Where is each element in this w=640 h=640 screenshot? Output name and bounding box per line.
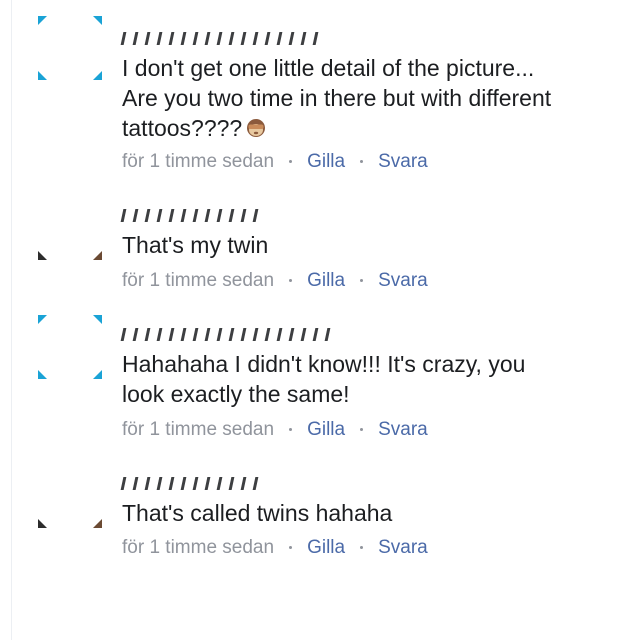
- separator-dot: [360, 428, 364, 432]
- see-no-evil-monkey-icon: [247, 119, 266, 137]
- comment-text: Hahahaha I didn't know!!! It's crazy, yo…: [122, 349, 622, 409]
- like-button[interactable]: Gilla: [307, 151, 345, 172]
- comment-text: That's my twin: [122, 230, 622, 260]
- comment-author[interactable]: [120, 205, 266, 225]
- comment-meta: för 1 timme sedan Gilla Svara: [122, 418, 428, 442]
- separator-dot: [289, 279, 293, 283]
- separator-dot: [289, 546, 293, 550]
- comment-author[interactable]: [120, 28, 326, 48]
- comment-text: That's called twins hahaha: [122, 498, 622, 528]
- comment-line: Hahahaha I didn't know!!! It's crazy, yo…: [122, 351, 526, 377]
- comment-meta: för 1 timme sedan Gilla Svara: [122, 536, 428, 560]
- comment-author[interactable]: [120, 324, 338, 344]
- like-button[interactable]: Gilla: [307, 270, 345, 291]
- avatar[interactable]: [38, 315, 102, 379]
- comment-time[interactable]: för 1 timme sedan: [122, 537, 274, 558]
- like-button[interactable]: Gilla: [307, 419, 345, 440]
- thread-edge-line: [11, 0, 12, 640]
- reply-button[interactable]: Svara: [378, 537, 428, 558]
- separator-dot: [360, 546, 364, 550]
- comment-line: look exactly the same!: [122, 381, 350, 407]
- avatar[interactable]: [38, 16, 102, 80]
- separator-dot: [289, 160, 293, 164]
- comment-line: That's my twin: [122, 232, 269, 258]
- reply-button[interactable]: Svara: [378, 151, 428, 172]
- comment-text: I don't get one little detail of the pic…: [122, 53, 622, 143]
- comment-line: Are you two time in there but with diffe…: [122, 85, 552, 111]
- comment-meta: för 1 timme sedan Gilla Svara: [122, 269, 428, 293]
- comment-time[interactable]: för 1 timme sedan: [122, 151, 274, 172]
- comment-line: tattoos????: [122, 113, 622, 143]
- separator-dot: [289, 428, 293, 432]
- comment-line: I don't get one little detail of the pic…: [122, 55, 535, 81]
- comment-line: That's called twins hahaha: [122, 500, 393, 526]
- separator-dot: [360, 279, 364, 283]
- reply-button[interactable]: Svara: [378, 270, 428, 291]
- comment-meta: för 1 timme sedan Gilla Svara: [122, 150, 428, 174]
- comment-author[interactable]: [120, 473, 266, 493]
- comment-time[interactable]: för 1 timme sedan: [122, 270, 274, 291]
- avatar[interactable]: [38, 196, 102, 260]
- comments-page: I don't get one little detail of the pic…: [0, 0, 640, 640]
- reply-button[interactable]: Svara: [378, 419, 428, 440]
- comment-time[interactable]: för 1 timme sedan: [122, 419, 274, 440]
- separator-dot: [360, 160, 364, 164]
- avatar[interactable]: [38, 464, 102, 528]
- like-button[interactable]: Gilla: [307, 537, 345, 558]
